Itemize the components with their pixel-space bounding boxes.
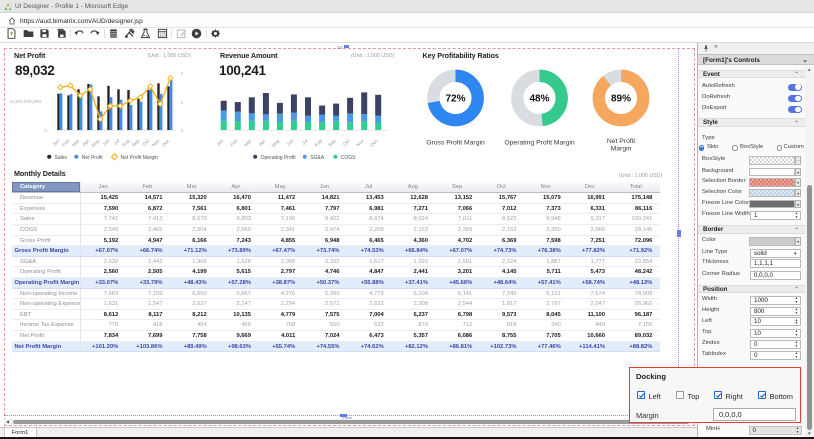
svg-text:Net Profit: Net Profit [607,138,635,145]
svg-text:123: 123 [159,32,167,37]
svg-text:Jul: Jul [301,138,310,147]
svg-text:Sep: Sep [131,138,142,149]
svg-text:1: 1 [181,71,184,77]
svg-text:Margin: Margin [611,146,632,153]
svg-text:Net Profit Margin: Net Profit Margin [121,155,159,161]
svg-text:Operating Profit: Operating Profit [261,155,297,161]
svg-text:Sales: Sales [55,155,68,161]
svg-text:Apr: Apr [258,138,268,148]
svg-text:Nov: Nov [151,138,162,149]
svg-text:0: 0 [181,128,184,134]
svg-text:May: May [271,138,282,149]
svg-text:Mar: Mar [71,138,81,148]
svg-text:May: May [91,138,102,149]
svg-text:Gross Profit Margin: Gross Profit Margin [426,140,485,147]
svg-text:Jan: Jan [52,138,62,148]
svg-text:72%: 72% [445,94,465,105]
svg-text:Feb: Feb [229,138,239,148]
svg-text:Dec: Dec [369,138,380,149]
svg-text:Mar: Mar [243,138,253,148]
svg-text:Jan: Jan [215,138,225,148]
svg-text:Aug: Aug [121,138,132,149]
svg-text:6,000,000,000: 6,000,000,000 [10,99,41,105]
svg-text:Net Profit: Net Profit [82,155,103,161]
svg-text:Sep: Sep [327,138,338,149]
svg-text:Dec: Dec [161,138,172,149]
svg-text:Apr: Apr [82,138,92,148]
svg-text:COGS: COGS [341,155,356,161]
svg-text:89%: 89% [611,94,631,105]
svg-text:Oct: Oct [342,138,352,148]
svg-text:SG&A: SG&A [310,155,325,161]
svg-text:Jun: Jun [286,138,296,148]
svg-text:Jun: Jun [102,138,112,148]
svg-text:48%: 48% [529,94,549,105]
svg-text:Operating Profit Margin: Operating Profit Margin [504,140,574,147]
svg-text:1: 1 [181,100,184,106]
svg-text:Jul: Jul [113,138,122,147]
svg-text:Aug: Aug [313,138,324,149]
svg-text:Oct: Oct [142,138,152,148]
svg-text:0: 0 [44,128,47,134]
svg-text:Nov: Nov [355,138,366,149]
svg-text:Feb: Feb [61,138,71,148]
